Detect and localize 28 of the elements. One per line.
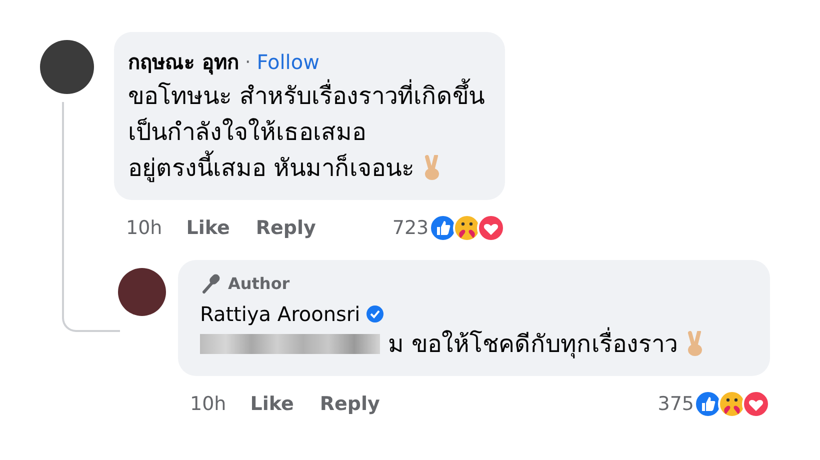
microphone-icon: [200, 272, 222, 294]
like-reaction-icon: [694, 390, 722, 418]
timestamp: 10h: [126, 217, 162, 239]
reaction-count[interactable]: 375: [658, 393, 694, 415]
author-label: Author: [228, 274, 290, 292]
like-reaction-icon: [428, 214, 457, 242]
avatar[interactable]: [40, 40, 94, 94]
avatar[interactable]: [118, 268, 166, 316]
care-reaction-icon: [718, 390, 746, 418]
comment-text: ม ขอให้โชคดีกับทุกเรื่องราว: [388, 326, 678, 362]
victory-hand-icon: [422, 155, 441, 181]
timestamp: 10h: [190, 393, 226, 415]
care-reaction-icon: [452, 214, 481, 242]
comment-text: เป็นกำลังใจให้เธอเสมอ: [128, 116, 366, 148]
like-button[interactable]: Like: [186, 217, 230, 239]
victory-hand-icon: [686, 331, 704, 357]
like-button[interactable]: Like: [250, 393, 294, 415]
follow-link[interactable]: Follow: [256, 50, 320, 74]
separator-dot: ·: [244, 52, 251, 72]
author-name[interactable]: กฤษณะ อุทก: [128, 46, 239, 78]
author-name[interactable]: Rattiya Aroonsri: [200, 302, 360, 326]
love-reaction-icon: [742, 390, 770, 418]
reply-button[interactable]: Reply: [320, 393, 380, 415]
comment-text: อยู่ตรงนี้เสมอ หันมาก็เจอนะ: [128, 150, 415, 186]
reply-button[interactable]: Reply: [256, 217, 316, 239]
comment-text: ขอโทษนะ สำหรับเรื่องราวที่เกิดขึ้น: [128, 78, 485, 114]
reaction-count[interactable]: 723: [392, 217, 429, 239]
love-reaction-icon: [476, 214, 505, 242]
